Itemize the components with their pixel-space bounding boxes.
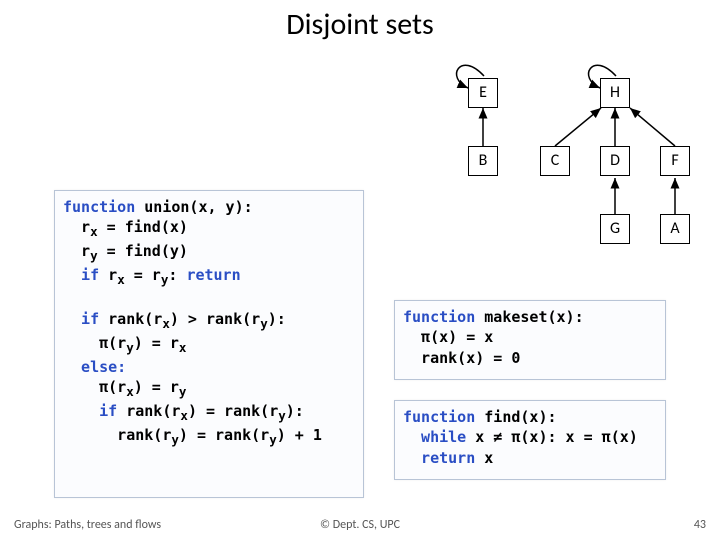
code-panel-union: function union(x, y): rx = find(x) ry = …: [54, 190, 364, 498]
find-pseudocode: function find(x): while x ≠ π(x): x = π(…: [403, 407, 657, 468]
tree-node-C: C: [540, 146, 570, 176]
code-panel-find: function find(x): while x ≠ π(x): x = π(…: [394, 400, 666, 480]
makeset-pseudocode: function makeset(x): π(x) = x rank(x) = …: [403, 307, 657, 368]
disjoint-set-tree-diagram: E H B C D F G A: [440, 58, 710, 268]
footer-page-number: 43: [694, 518, 706, 532]
tree-node-E: E: [468, 78, 498, 108]
tree-node-F: F: [660, 146, 690, 176]
union-pseudocode: function union(x, y): rx = find(x) ry = …: [63, 197, 355, 449]
tree-node-D: D: [600, 146, 630, 176]
code-panel-makeset: function makeset(x): π(x) = x rank(x) = …: [394, 300, 666, 380]
slide-title: Disjoint sets: [0, 0, 720, 43]
tree-node-H: H: [600, 78, 630, 108]
tree-node-G: G: [600, 214, 630, 244]
tree-node-B: B: [468, 146, 498, 176]
footer-center: © Dept. CS, UPC: [320, 518, 400, 532]
tree-node-A: A: [660, 214, 690, 244]
footer-left: Graphs: Paths, trees and flows: [14, 518, 161, 532]
